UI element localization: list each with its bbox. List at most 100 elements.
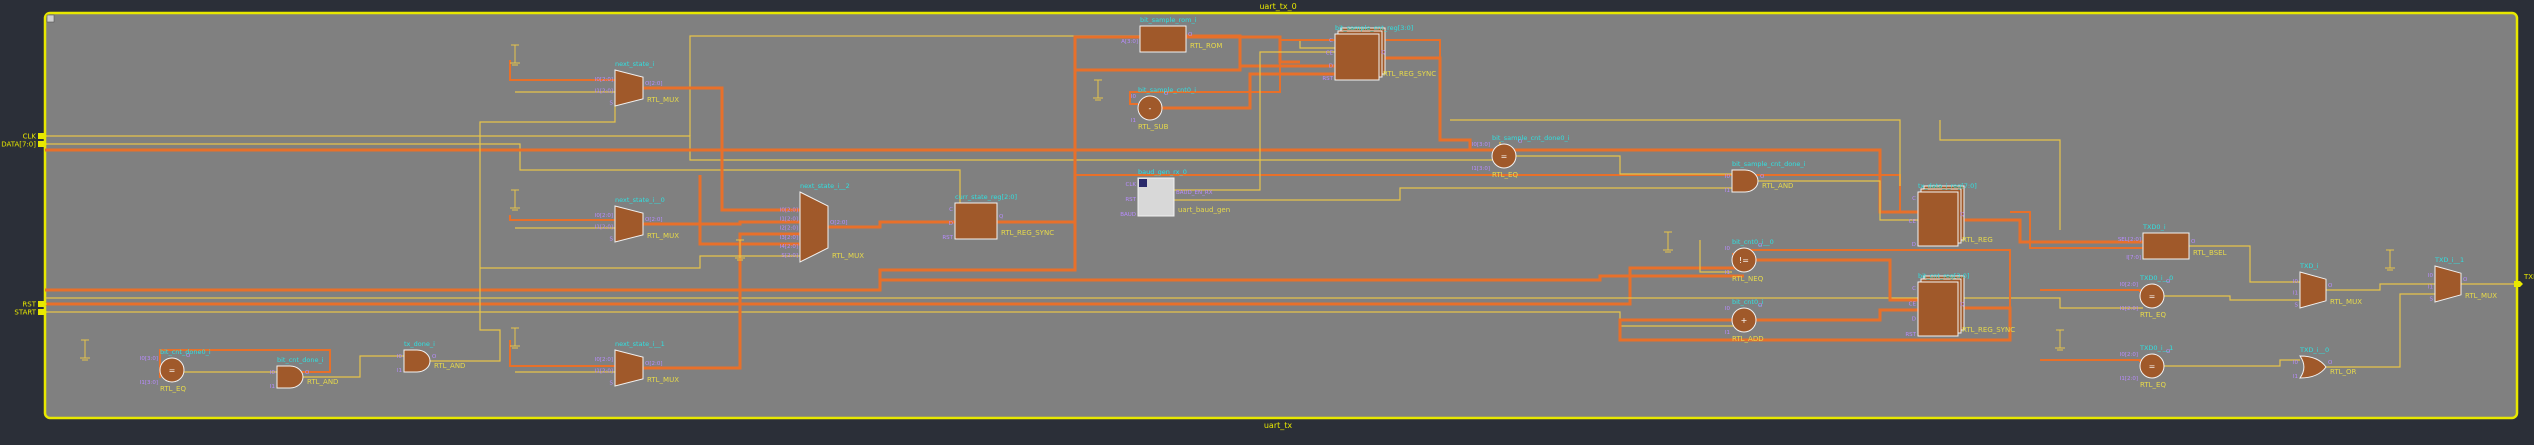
pin-label: I1 bbox=[2293, 374, 2298, 380]
pin-label: I0 bbox=[2293, 360, 2299, 366]
pin-label: I1 bbox=[1725, 330, 1730, 336]
cell-type: RTL_MUX bbox=[2330, 298, 2362, 306]
cell-type: RTL_BSEL bbox=[2193, 249, 2227, 257]
cell-type: RTL_MUX bbox=[647, 96, 679, 104]
pin-label: RST bbox=[1125, 197, 1136, 203]
pin-label: I1 bbox=[270, 384, 275, 390]
register-symbol bbox=[2142, 232, 2190, 260]
cell-type: RTL_REG_SYNC bbox=[1001, 229, 1054, 237]
instance-name: bit_cnt0_i__0 bbox=[1732, 238, 1774, 246]
output-pin-label: O[2:0] bbox=[645, 217, 662, 223]
pin-label: I0 bbox=[1725, 246, 1731, 252]
cell-type: RTL_MUX bbox=[647, 232, 679, 240]
instance-name: bit_sample_rom_i bbox=[1140, 16, 1197, 24]
cell-type: RTL_AND bbox=[307, 378, 338, 386]
pin-label: CE bbox=[1909, 219, 1917, 225]
cell-type: uart_baud_gen bbox=[1178, 206, 1230, 214]
cell-type: RTL_AND bbox=[434, 362, 465, 370]
schematic-diagram: uart_tx_0 uart_tx I0[2:0] I1[2:0] S O[2:0] n… bbox=[0, 0, 2534, 445]
port-label: START bbox=[14, 309, 36, 317]
operator-sign: = bbox=[2149, 292, 2156, 301]
pin-label: I2[2:0] bbox=[780, 226, 798, 232]
port-label: TXD bbox=[2523, 273, 2534, 281]
pin-label: I1[3:0] bbox=[1472, 166, 1490, 172]
cell-type: RTL_NEQ bbox=[1732, 275, 1764, 283]
pin-label: S bbox=[610, 236, 614, 242]
pin-label: D bbox=[1912, 242, 1916, 248]
cell-type: RTL_ADD bbox=[1732, 335, 1764, 343]
pin-label: RST bbox=[1905, 332, 1916, 338]
pin-label: C bbox=[1912, 196, 1916, 202]
register-symbol bbox=[1139, 25, 1187, 53]
cell-type: RTL_REG_SYNC bbox=[1962, 326, 2015, 334]
register-symbol bbox=[954, 202, 998, 240]
output-pin-label: Q bbox=[1960, 302, 1965, 308]
instance-name: next_state_i bbox=[615, 60, 654, 68]
cell-type: RTL_AND bbox=[1762, 182, 1793, 190]
pin-label: BAUD bbox=[1120, 212, 1136, 218]
and-gate-symbol bbox=[276, 365, 304, 389]
pin-label: RST bbox=[1322, 76, 1333, 82]
instance-name: TXD0_i__1 bbox=[2139, 344, 2173, 352]
pin-label: S[2:0] bbox=[781, 253, 798, 259]
instance-name: tx_done_i bbox=[404, 340, 435, 348]
pin-label: I0[2:0] bbox=[595, 357, 613, 363]
output-pin-label: O bbox=[2463, 277, 2468, 283]
output-pin-label: O bbox=[2328, 283, 2333, 289]
instance-name: TXD0_i bbox=[2142, 223, 2166, 231]
cell-type: RTL_MUX bbox=[832, 252, 864, 260]
pin-label: CE bbox=[1909, 301, 1917, 307]
cell-type: RTL_MUX bbox=[2465, 292, 2497, 300]
cell-type: RTL_REG bbox=[1962, 236, 1993, 244]
output-pin-label: Q bbox=[1960, 212, 1965, 218]
instance-name: bit_cnt_done0_i bbox=[160, 348, 211, 356]
pin-label: S bbox=[610, 100, 614, 106]
collapse-icon[interactable] bbox=[46, 14, 55, 23]
pin-label: I0[3:0] bbox=[140, 356, 158, 362]
output-pin-label: O bbox=[2191, 239, 2196, 245]
port-label: RST bbox=[22, 301, 36, 309]
pin-label: S bbox=[2295, 302, 2299, 308]
pin-label: I0[2:0] bbox=[595, 77, 613, 83]
and-gate-symbol bbox=[403, 349, 431, 373]
pin-label: I1 bbox=[1131, 118, 1136, 124]
register-stack-layer bbox=[1917, 281, 1959, 337]
pin-label: I1 bbox=[2293, 291, 2298, 297]
cell-type: RTL_EQ bbox=[1492, 171, 1518, 179]
cell-type: RTL_MUX bbox=[647, 376, 679, 384]
instance-name: bit_sample_cnt_done_i bbox=[1732, 160, 1806, 168]
pin-label: C bbox=[1329, 38, 1333, 44]
output-pin-label: O bbox=[1760, 174, 1765, 180]
pin-label: I1[2:0] bbox=[780, 217, 798, 223]
expand-icon[interactable] bbox=[1139, 179, 1147, 187]
pin-label: CE bbox=[1326, 51, 1334, 57]
output-pin-label: O bbox=[1188, 32, 1193, 38]
schematic-canvas[interactable]: uart_tx_0 uart_tx I0[2:0] I1[2:0] S O[2:0] n… bbox=[0, 0, 2534, 445]
pin-label: I1[2:0] bbox=[595, 369, 613, 375]
cell-type: RTL_EQ bbox=[160, 385, 186, 393]
register-stack-layer bbox=[1917, 191, 1959, 247]
pin-label: I0 bbox=[2428, 273, 2434, 279]
pin-label: I0[3:0] bbox=[1472, 142, 1490, 148]
pin-label: I1[2:0] bbox=[595, 89, 613, 95]
pin-label: I0 bbox=[270, 370, 276, 376]
pin-label: I[7:0] bbox=[2126, 255, 2141, 261]
instance-name: bit_cnt_done_i bbox=[277, 356, 324, 364]
pin-label: C bbox=[949, 207, 953, 213]
output-pin-label: Q bbox=[1381, 50, 1386, 56]
instance-name: bit_cnt_reg[3:0] bbox=[1918, 272, 1969, 280]
pin-label: I0 bbox=[1725, 174, 1731, 180]
pin-label: C bbox=[1912, 286, 1916, 292]
pin-label: I0[2:0] bbox=[2120, 352, 2138, 358]
pin-label: I1 bbox=[1725, 188, 1730, 194]
cell-type: RTL_SUB bbox=[1138, 123, 1169, 131]
operator-sign: = bbox=[2149, 362, 2156, 371]
module-instance-title: uart_tx_0 bbox=[1259, 2, 1296, 11]
cell-type: RTL_ROM bbox=[1190, 42, 1222, 50]
pin-label: I1 bbox=[2428, 285, 2433, 291]
and-gate-symbol bbox=[1731, 169, 1759, 193]
pin-label: RST bbox=[942, 235, 953, 241]
instance-name: next_state_i__1 bbox=[615, 340, 665, 348]
pin-label: I0[2:0] bbox=[2120, 282, 2138, 288]
pin-label: A[3:0] bbox=[1121, 39, 1138, 45]
